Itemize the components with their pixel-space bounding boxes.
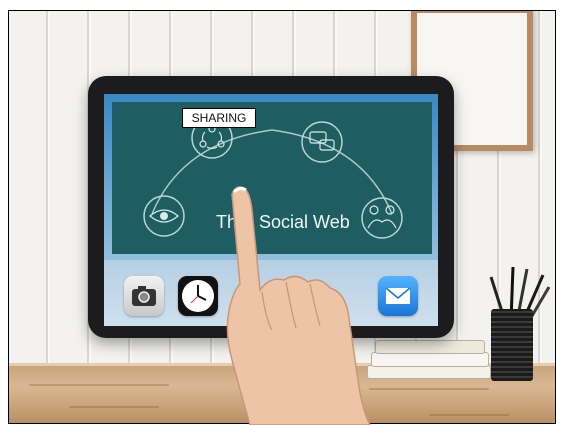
pencil-cup xyxy=(491,309,533,381)
wood-grain xyxy=(429,414,509,416)
eye-icon xyxy=(143,195,185,237)
camera-icon[interactable] xyxy=(124,276,164,316)
book xyxy=(367,365,491,379)
mail-icon[interactable] xyxy=(378,276,418,316)
book xyxy=(375,340,485,354)
chat-icon xyxy=(301,121,343,163)
wood-grain xyxy=(69,406,159,408)
pointing-hand xyxy=(226,186,371,425)
sharing-label: SHARING xyxy=(182,108,256,128)
wood-grain xyxy=(29,384,169,386)
wood-grain xyxy=(369,388,489,390)
book xyxy=(371,352,489,367)
